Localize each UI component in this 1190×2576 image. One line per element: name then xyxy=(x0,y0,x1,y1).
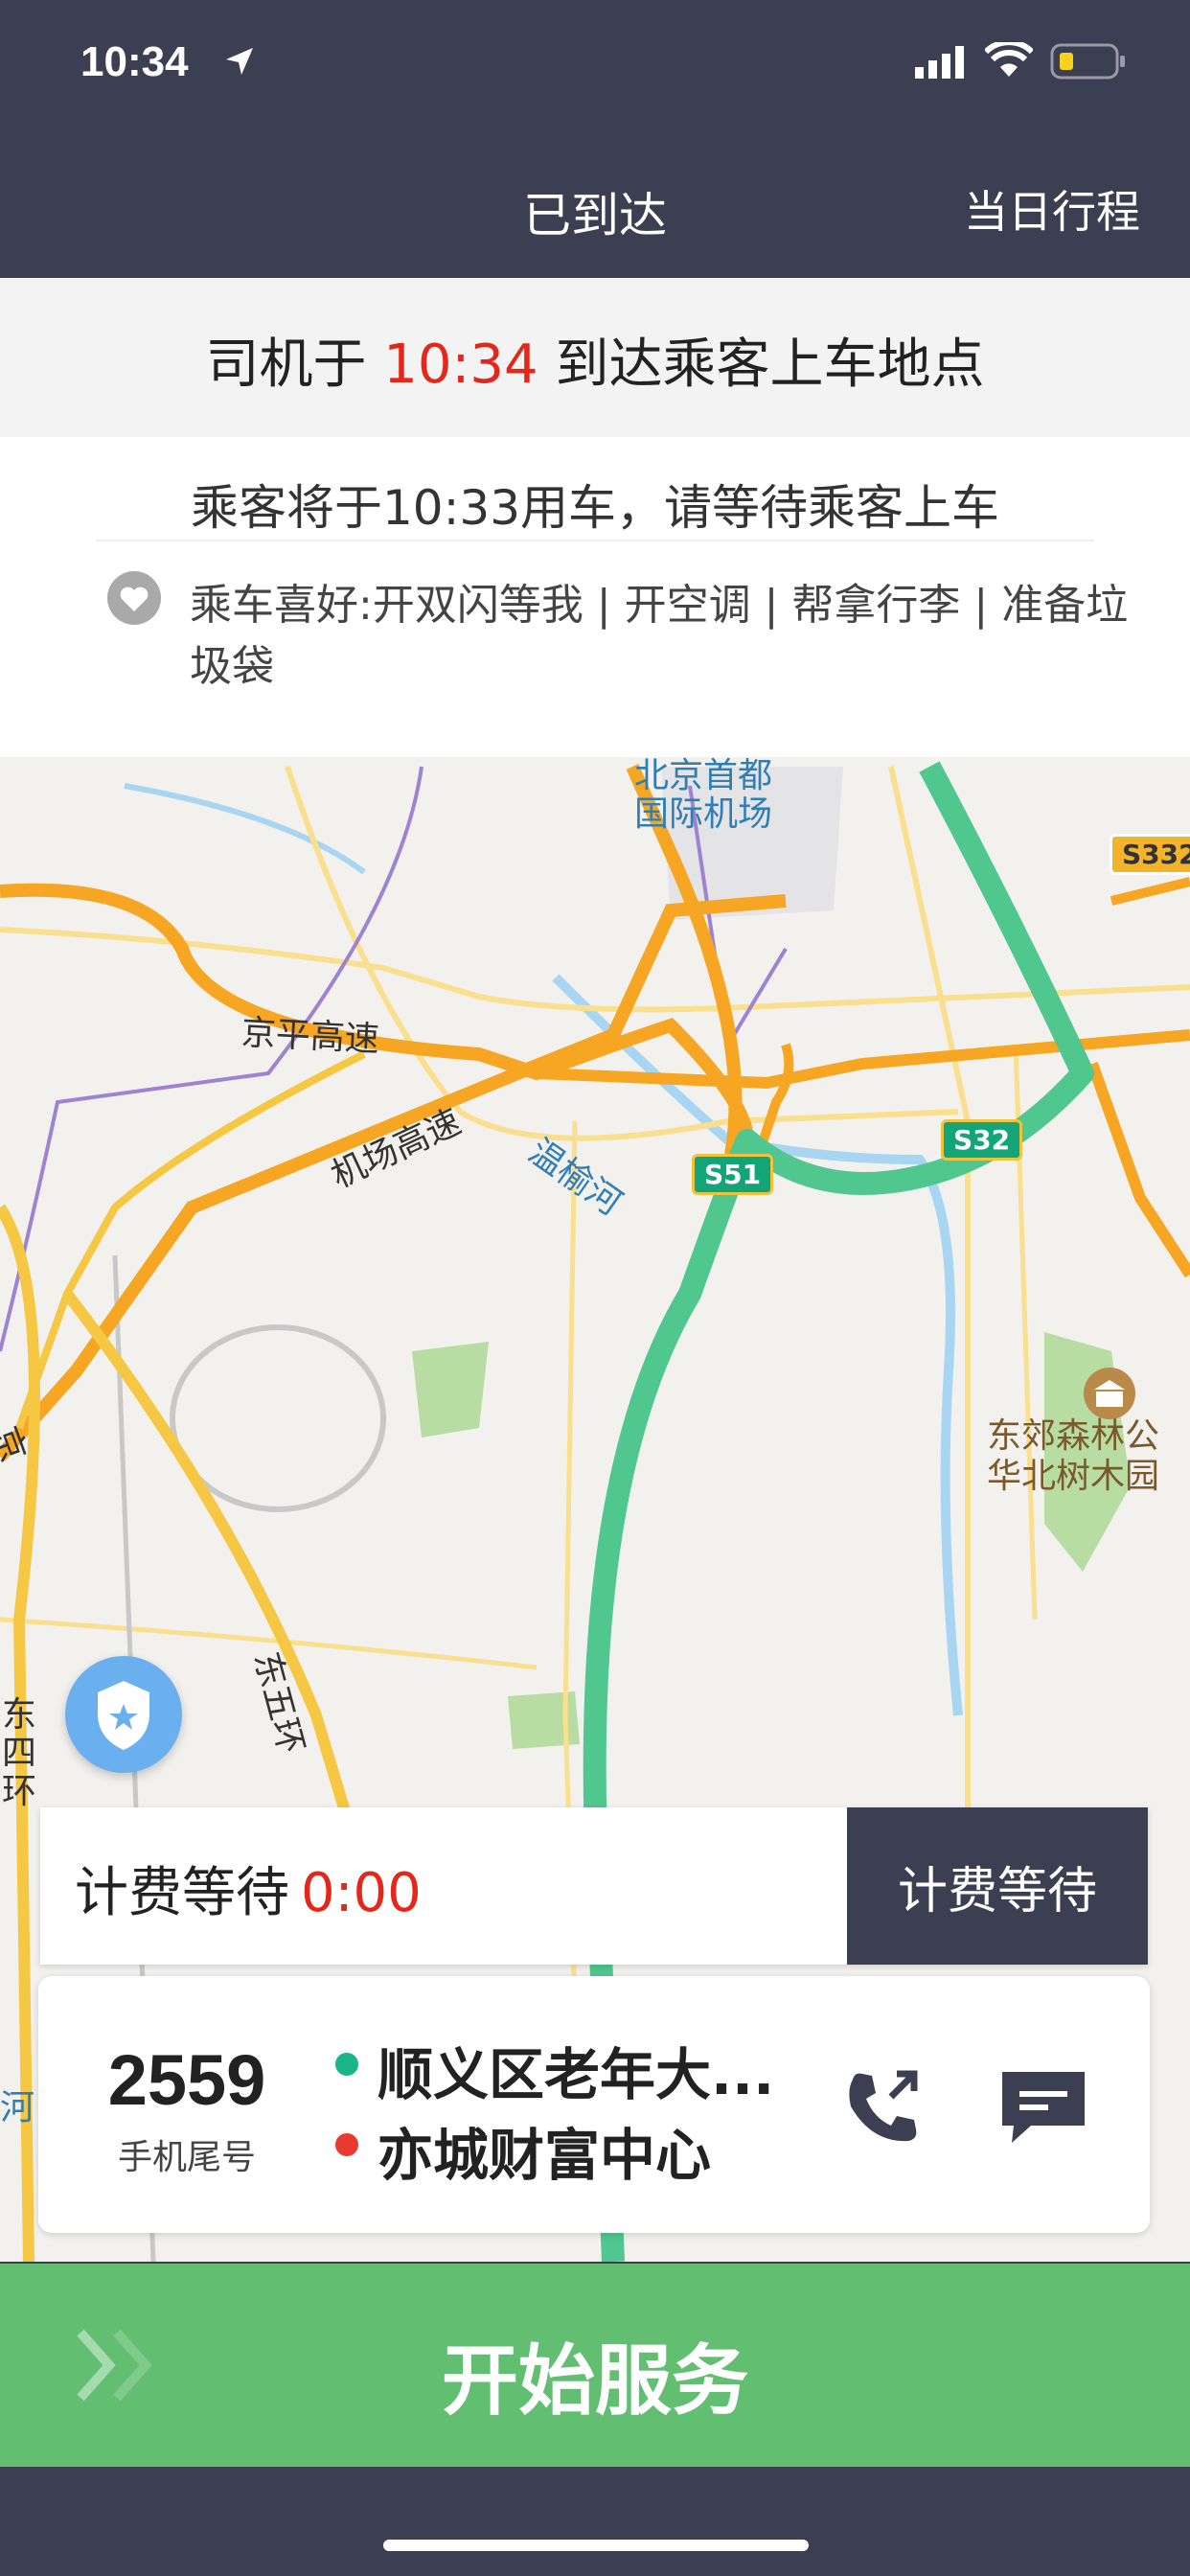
message-button[interactable] xyxy=(991,2058,1096,2154)
green-area xyxy=(508,1691,580,1749)
status-time: 10:34 xyxy=(80,38,189,85)
end-point-dot xyxy=(335,2133,358,2156)
phone-tail-label: 手机尾号 xyxy=(117,2138,256,2177)
route-shield-s332: S332 xyxy=(1110,834,1190,875)
map-label-airport: 北京首都 国际机场 xyxy=(634,757,773,834)
location-arrow-icon xyxy=(226,48,253,75)
phone-icon xyxy=(849,2070,918,2142)
park-poi-icon xyxy=(1084,1368,1135,1419)
billing-wait-button[interactable]: 计费等待 xyxy=(847,1807,1148,1965)
map-label-east4: 东四环 xyxy=(2,1695,37,1811)
arrival-message: 司机于 10:34 到达乘客上车地点 xyxy=(0,321,1190,399)
green-area xyxy=(412,1342,489,1438)
route-shield-s32: S32 xyxy=(941,1119,1023,1161)
arrival-prefix: 司机于 xyxy=(205,334,384,396)
billing-label: 计费等待 xyxy=(75,1862,289,1924)
arrival-suffix: 到达乘客上车地点 xyxy=(538,334,985,396)
call-button[interactable] xyxy=(834,2058,929,2154)
heart-icon xyxy=(107,571,161,625)
phone-tail-number: 2559 xyxy=(107,2040,266,2120)
today-trips-link[interactable]: 当日行程 xyxy=(964,177,1140,241)
end-address: 亦城财富中心 xyxy=(378,2123,712,2188)
wait-note: 乘客将于10:33用车，请等待乘客上车 xyxy=(190,480,1000,536)
shield-icon xyxy=(98,1681,149,1750)
battery-icon xyxy=(1050,43,1125,80)
route-shield-s51: S51 xyxy=(692,1154,774,1195)
start-point-dot xyxy=(335,2053,358,2076)
map-label-jingping: 京平高速 xyxy=(240,1013,380,1060)
message-icon xyxy=(1002,2072,1085,2143)
wifi-icon xyxy=(985,42,1033,77)
billing-timer: 0:00 xyxy=(301,1862,422,1924)
safety-shield-button[interactable] xyxy=(65,1656,182,1773)
start-service-label: 开始服务 xyxy=(442,2336,748,2426)
ride-preferences: 乘车喜好:开双闪等我 | 开空调 | 帮拿行李 | 准备垃圾袋 xyxy=(190,581,1129,691)
start-address: 顺义区老年大... xyxy=(378,2042,775,2107)
home-indicator[interactable] xyxy=(383,2540,809,2551)
signal-icon xyxy=(915,46,964,79)
divider xyxy=(96,540,1094,541)
billing-wait-status: 计费等待 0:00 xyxy=(75,1850,422,1927)
arrival-time: 10:34 xyxy=(383,334,538,396)
map-label-he: 河 xyxy=(0,2088,35,2128)
map-label-park: 东郊森林公 华北树木园 xyxy=(987,1416,1160,1496)
